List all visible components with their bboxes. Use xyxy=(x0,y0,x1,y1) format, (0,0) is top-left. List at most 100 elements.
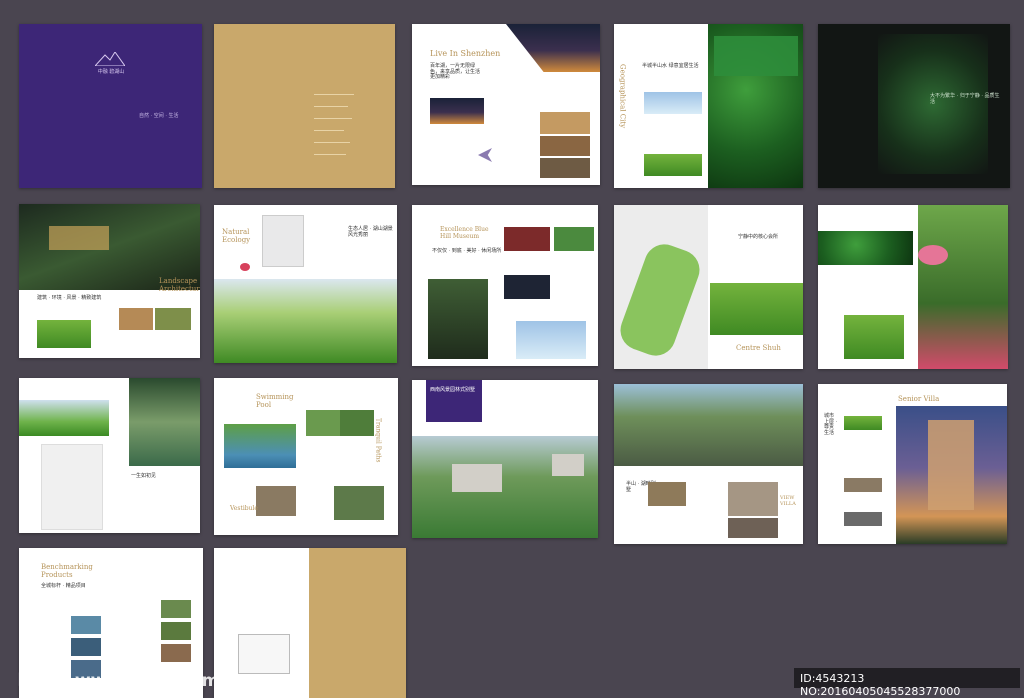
building-photo xyxy=(844,478,882,492)
page-title: Live In Shenzhen xyxy=(430,49,501,58)
lake-photo xyxy=(644,92,702,114)
page-museum: Excellence Blue Hill Museum 不仅仅 · 到底 · 美… xyxy=(412,205,598,366)
page-back-cover xyxy=(214,548,406,698)
vertical-text: 大不为繁华 · 归于宁静 · 品质生活 xyxy=(930,93,1000,105)
toc-line xyxy=(314,106,348,107)
night-photo xyxy=(504,275,550,299)
toc-line xyxy=(314,142,350,143)
band-text: 西南风景园林式别墅 xyxy=(430,387,476,393)
page-centre-shuh: 宁静中的核心会所 Centre Shuh xyxy=(614,205,803,369)
page-lead: 城市上层 · 尊贵生活 xyxy=(824,413,838,436)
page-live-in-shenzhen: Live In Shenzhen 百年湖，一片无限绿色，来享品质，让生活更加精彩 xyxy=(412,24,600,185)
villa-street-photo xyxy=(614,384,803,466)
page-cover-purple: 中融 碧湖山 自然 · 空间 · 生活 xyxy=(19,24,202,188)
toc-line xyxy=(314,130,344,131)
side-title: Vestibule xyxy=(230,505,258,512)
page-lead: 生态人居 · 湖山湖景 风光秀丽 xyxy=(348,226,393,238)
page-lead: 全城标杆 · 精品项目 xyxy=(41,583,86,589)
interior-photo xyxy=(540,136,590,156)
museum-photo xyxy=(504,227,550,251)
page-title: Natural Ecology xyxy=(222,228,251,244)
gazebo-photo xyxy=(334,486,384,520)
flower-basket-icon xyxy=(918,245,948,265)
garden-photo xyxy=(37,320,91,348)
lawn-photo xyxy=(844,315,904,359)
vertical-title: Geographical City xyxy=(618,64,627,129)
product-photo xyxy=(161,644,191,662)
stairs-photo xyxy=(428,279,488,359)
flamingo-icon xyxy=(240,263,250,271)
villa-photo xyxy=(119,308,153,330)
cover-subtitle: 中融 碧湖山 xyxy=(97,69,125,75)
product-photo xyxy=(161,600,191,618)
page-title: Excellence Blue Hill Museum xyxy=(440,226,489,240)
site-plan xyxy=(41,444,103,530)
bird-icon xyxy=(478,148,492,162)
waterfront-photo xyxy=(129,378,200,466)
page-aerial: 西南风景园林式别墅 xyxy=(412,380,598,538)
page-cover-gold xyxy=(214,24,395,188)
golf-lake-photo xyxy=(19,400,109,436)
city-skyline-photo xyxy=(506,24,600,72)
city-night-photo xyxy=(430,98,484,124)
interior-photo xyxy=(728,482,778,516)
tower-lights xyxy=(49,226,109,250)
page-title: Landscape Architecture xyxy=(159,277,200,293)
product-photo xyxy=(161,622,191,640)
villa-photo xyxy=(648,482,686,506)
page-flowers xyxy=(818,205,1008,369)
page-geographical-city: Geographical City 半城半山水 绿意宜居生活 xyxy=(614,24,803,188)
page-lead: 宁静中的核心会所 xyxy=(738,234,779,240)
page-title: Senior Villa xyxy=(898,395,940,403)
gold-panel xyxy=(309,548,406,698)
page-lead: 建筑 · 环境 · 风景 · 精致建筑 xyxy=(37,295,102,301)
deer-photo xyxy=(516,321,586,359)
mountain-logo-icon xyxy=(95,52,125,66)
pool-photo xyxy=(224,424,296,468)
page-title: Swimming Pool xyxy=(256,393,294,409)
bamboo-photo xyxy=(818,231,913,265)
page-lead: 半城半山水 绿意宜居生活 xyxy=(642,63,699,69)
villa-label: VIEW VILLA xyxy=(780,495,796,507)
table-overlay xyxy=(714,36,798,76)
garden-photo xyxy=(340,410,374,436)
site-map xyxy=(262,215,304,267)
landscape-photo xyxy=(554,227,594,251)
page-landscape: Landscape Architecture 建筑 · 环境 · 风景 · 精致… xyxy=(19,204,200,358)
product-photo xyxy=(71,616,101,634)
garden-photo xyxy=(918,205,1008,369)
interior-photo xyxy=(728,518,778,538)
aerial-render-photo xyxy=(412,436,598,538)
people-photo xyxy=(306,410,340,436)
page-swimming-pool: Swimming Pool Tranquil Paths Vestibule xyxy=(214,378,398,535)
page-title: Benchmarking Products xyxy=(41,563,93,579)
product-photo xyxy=(71,638,101,656)
page-lead: 不仅仅 · 到底 · 美好 · 休闲场所 xyxy=(432,248,502,254)
garden-photo xyxy=(844,416,882,430)
page-senior-villa: 城市上层 · 尊贵生活 Senior Villa xyxy=(818,384,1007,544)
page-natural-ecology: Natural Ecology 生态人居 · 湖山湖景 风光秀丽 xyxy=(214,205,397,363)
towers xyxy=(452,464,502,492)
id-text: ID:4543213 NO:20160405045528377000 xyxy=(800,672,961,698)
location-map xyxy=(238,634,290,674)
page-title: Centre Shuh xyxy=(736,344,781,352)
page-lead: 一生如初见 xyxy=(131,473,157,479)
villa-photo xyxy=(155,308,191,330)
towers xyxy=(552,454,584,476)
vertical-title: Tranquil Paths xyxy=(374,418,382,463)
tower-building xyxy=(928,420,974,510)
building-photo xyxy=(844,512,882,526)
golf-photo xyxy=(644,154,702,176)
interior-photo xyxy=(540,158,590,178)
interior-photo xyxy=(540,112,590,134)
toc-line xyxy=(314,94,354,95)
page-villa: 半山 · 湖畔别墅 VIEW VILLA xyxy=(614,384,803,544)
toc-line xyxy=(314,154,346,155)
page-lake: 一生如初见 xyxy=(19,378,200,533)
hills-photo xyxy=(214,279,397,363)
gate-photo xyxy=(256,486,296,516)
toc-line xyxy=(314,118,352,119)
site-watermark: 昵图网 www.nipic.com xyxy=(18,671,220,691)
page-lead: 百年湖，一片无限绿色，来享品质，让生活更加精彩 xyxy=(430,63,481,80)
terrace-photo xyxy=(710,283,803,335)
